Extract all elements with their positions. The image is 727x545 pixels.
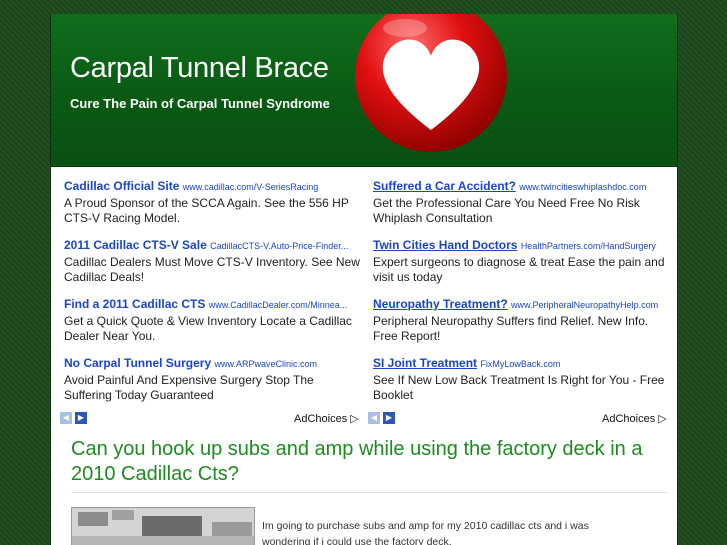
ad-title-link[interactable]: No Carpal Tunnel Surgery xyxy=(64,356,211,370)
adchoices-link[interactable]: AdChoices ▷ xyxy=(602,412,667,425)
ad-description: Expert surgeons to diagnose & treat Ease… xyxy=(373,255,665,284)
ad-description: Peripheral Neuropathy Suffers find Relie… xyxy=(373,314,649,343)
ad-url[interactable]: CadillacCTS-V.Auto-Price-Finder... xyxy=(210,241,348,251)
article-photo xyxy=(71,507,255,545)
ad-unit[interactable]: Suffered a Car Accident? www.twincitiesw… xyxy=(373,178,673,237)
ad-url[interactable]: FixMyLowBack.com xyxy=(480,359,560,369)
site-header: Carpal Tunnel Brace Cure The Pain of Car… xyxy=(51,14,677,167)
ad-prev-button[interactable]: ◀ xyxy=(368,412,380,424)
ad-title-link[interactable]: Twin Cities Hand Doctors xyxy=(373,238,517,252)
site-tagline: Cure The Pain of Carpal Tunnel Syndrome xyxy=(70,96,330,111)
ad-title-link[interactable]: Cadillac Official Site xyxy=(64,179,179,193)
car-photo-image xyxy=(72,508,254,545)
ad-url[interactable]: www.CadillacDealer.com/Minnea... xyxy=(209,300,348,310)
adchoices-icon: ▷ xyxy=(350,413,359,425)
adchoices-label: AdChoices xyxy=(602,413,656,425)
ad-unit[interactable]: Find a 2011 Cadillac CTS www.CadillacDea… xyxy=(64,296,364,355)
ad-title-link[interactable]: Suffered a Car Accident? xyxy=(373,179,516,193)
ad-column-left: Cadillac Official Site www.cadillac.com/… xyxy=(64,178,364,414)
adchoices-label: AdChoices xyxy=(294,413,348,425)
ad-title-link[interactable]: Find a 2011 Cadillac CTS xyxy=(64,297,205,311)
ad-unit[interactable]: Twin Cities Hand Doctors HealthPartners.… xyxy=(373,237,673,296)
ad-next-button[interactable]: ▶ xyxy=(75,412,87,424)
adchoices-icon: ▷ xyxy=(658,413,667,425)
ad-unit[interactable]: Cadillac Official Site www.cadillac.com/… xyxy=(64,178,364,237)
heart-logo-icon xyxy=(355,14,507,152)
ad-description: Get a Quick Quote & View Inventory Locat… xyxy=(64,314,352,343)
question-title: Can you hook up subs and amp while using… xyxy=(71,438,643,485)
ad-title-link[interactable]: 2011 Cadillac CTS-V Sale xyxy=(64,238,207,252)
ad-unit[interactable]: SI Joint Treatment FixMyLowBack.com See … xyxy=(373,355,673,414)
ad-title-link[interactable]: SI Joint Treatment xyxy=(373,356,477,370)
article-body: Im going to purchase subs and amp for my… xyxy=(262,520,589,545)
ad-title-link[interactable]: Neuropathy Treatment? xyxy=(373,297,508,311)
divider xyxy=(71,492,667,493)
page-container: Carpal Tunnel Brace Cure The Pain of Car… xyxy=(50,14,678,545)
ad-url[interactable]: www.cadillac.com/V-SeriesRacing xyxy=(183,182,319,192)
ad-url[interactable]: www.twincitieswhiplashdoc.com xyxy=(519,182,646,192)
ad-next-button[interactable]: ▶ xyxy=(383,412,395,424)
ad-nav-left: ◀ ▶ xyxy=(60,412,87,424)
ad-description: See If New Low Back Treatment Is Right f… xyxy=(373,373,665,402)
ad-column-right: Suffered a Car Accident? www.twincitiesw… xyxy=(373,178,673,414)
ad-url[interactable]: HealthPartners.com/HandSurgery xyxy=(521,241,656,251)
ad-prev-button[interactable]: ◀ xyxy=(60,412,72,424)
ad-description: Get the Professional Care You Need Free … xyxy=(373,196,640,225)
adchoices-link[interactable]: AdChoices ▷ xyxy=(294,412,359,425)
ad-url[interactable]: www.ARPwaveClinic.com xyxy=(214,359,317,369)
ad-unit[interactable]: Neuropathy Treatment? www.PeripheralNeur… xyxy=(373,296,673,355)
ad-description: A Proud Sponsor of the SCCA Again. See t… xyxy=(64,196,349,225)
ad-nav-right: ◀ ▶ xyxy=(368,412,395,424)
ad-description: Avoid Painful And Expensive Surgery Stop… xyxy=(64,373,314,402)
site-title[interactable]: Carpal Tunnel Brace xyxy=(70,52,329,85)
ad-url[interactable]: www.PeripheralNeuropathyHelp.com xyxy=(511,300,658,310)
ad-unit[interactable]: No Carpal Tunnel Surgery www.ARPwaveClin… xyxy=(64,355,364,414)
ad-description: Cadillac Dealers Must Move CTS-V Invento… xyxy=(64,255,360,284)
ad-unit[interactable]: 2011 Cadillac CTS-V Sale CadillacCTS-V.A… xyxy=(64,237,364,296)
